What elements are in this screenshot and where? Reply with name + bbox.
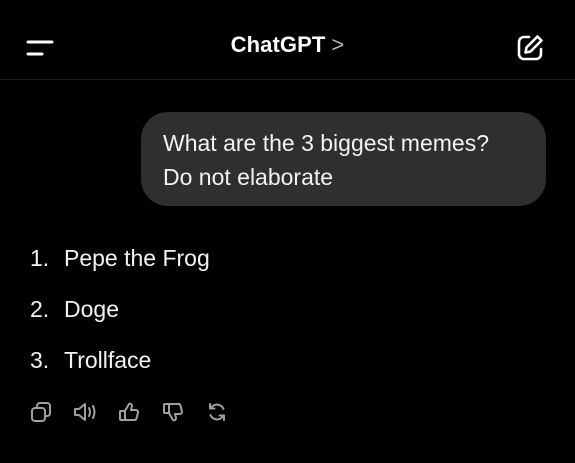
list-item-text: Pepe the Frog [64,245,210,271]
compose-icon [515,33,545,63]
page-title: ChatGPT [230,32,326,57]
list-number: 1. [30,245,50,271]
new-chat-button[interactable] [510,28,550,68]
model-selector[interactable]: ChatGPT > [0,32,575,58]
list-number: 2. [30,296,50,322]
thumbs-down-icon [162,401,184,423]
user-message-bubble: What are the 3 biggest memes? Do not ela… [141,112,546,206]
list-item-text: Trollface [64,347,152,373]
user-message-line: What are the 3 biggest memes? [163,130,489,156]
read-aloud-button[interactable] [74,400,96,424]
copy-button[interactable] [30,400,52,424]
thumbs-up-button[interactable] [118,400,140,424]
read-aloud-icon [72,401,98,423]
list-item: 2. Doge [30,291,210,342]
copy-icon [30,401,52,423]
thumbs-up-icon [118,401,140,423]
list-number: 3. [30,347,50,373]
chevron-right-icon: > [331,32,345,57]
list-item: 3. Trollface [30,342,210,393]
list-item: 1. Pepe the Frog [30,240,210,291]
regenerate-button[interactable] [206,400,228,424]
thumbs-down-button[interactable] [162,400,184,424]
top-bar: ChatGPT > [0,0,575,80]
message-actions [30,400,238,424]
assistant-answer-list: 1. Pepe the Frog 2. Doge 3. Trollface [30,240,210,393]
user-message-line: Do not elaborate [163,164,334,190]
list-item-text: Doge [64,296,119,322]
regenerate-icon [206,401,228,423]
